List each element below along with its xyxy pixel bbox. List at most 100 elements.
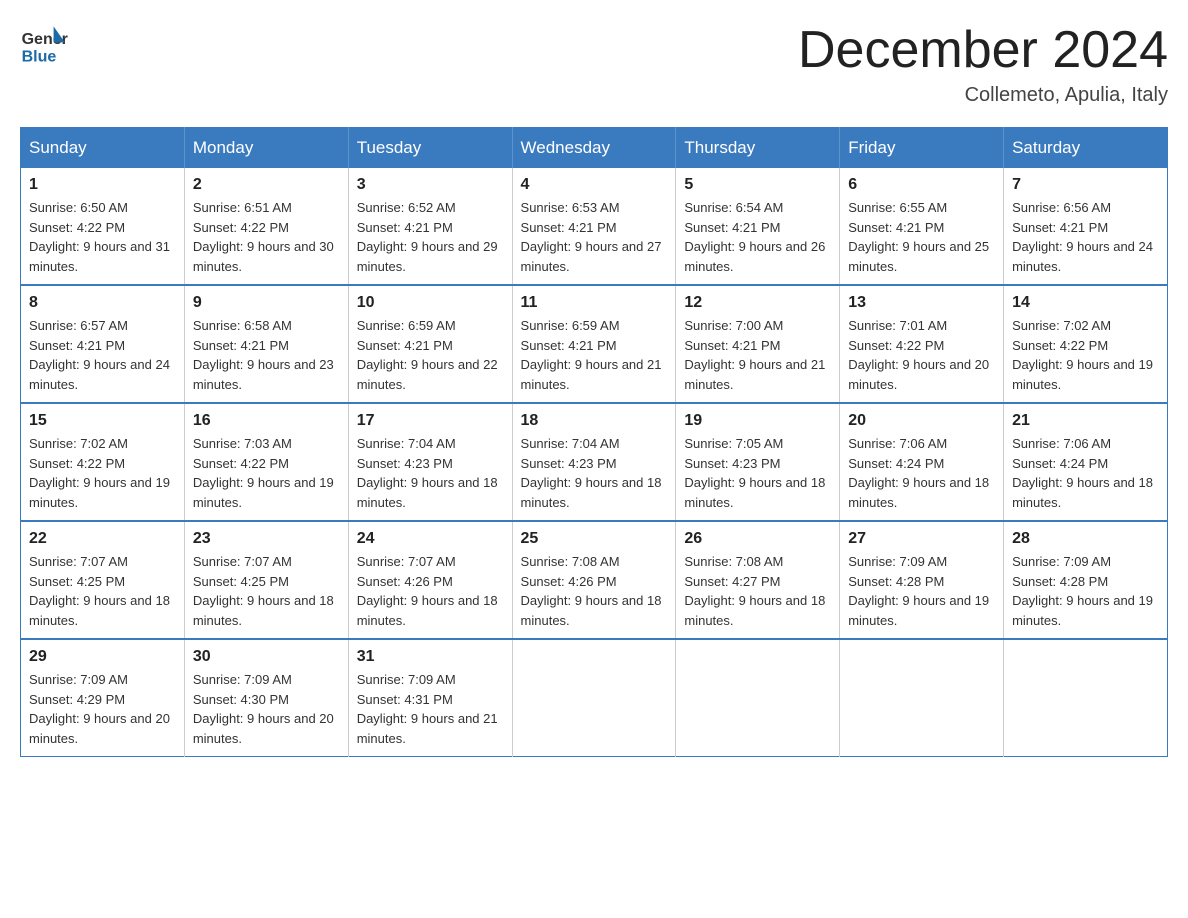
day-info: Sunrise: 6:59 AMSunset: 4:21 PMDaylight:… <box>521 316 668 394</box>
day-info: Sunrise: 7:04 AMSunset: 4:23 PMDaylight:… <box>357 434 504 512</box>
day-number: 12 <box>684 294 831 312</box>
calendar-week-row: 22 Sunrise: 7:07 AMSunset: 4:25 PMDayligh… <box>21 521 1168 639</box>
day-number: 26 <box>684 530 831 548</box>
day-info: Sunrise: 7:09 AMSunset: 4:29 PMDaylight:… <box>29 670 176 748</box>
day-info: Sunrise: 7:09 AMSunset: 4:31 PMDaylight:… <box>357 670 504 748</box>
calendar-cell: 8 Sunrise: 6:57 AMSunset: 4:21 PMDaylight… <box>21 285 185 403</box>
calendar-cell: 4 Sunrise: 6:53 AMSunset: 4:21 PMDaylight… <box>512 168 676 285</box>
day-number: 21 <box>1012 412 1159 430</box>
day-number: 8 <box>29 294 176 312</box>
day-number: 14 <box>1012 294 1159 312</box>
day-info: Sunrise: 6:53 AMSunset: 4:21 PMDaylight:… <box>521 198 668 276</box>
day-of-week-header: Saturday <box>1004 128 1168 169</box>
calendar-cell: 19 Sunrise: 7:05 AMSunset: 4:23 PMDayligh… <box>676 403 840 521</box>
day-number: 30 <box>193 648 340 666</box>
day-number: 22 <box>29 530 176 548</box>
calendar-cell: 24 Sunrise: 7:07 AMSunset: 4:26 PMDayligh… <box>348 521 512 639</box>
calendar-cell: 30Sunrise: 7:09 AMSunset: 4:30 PMDayligh… <box>184 639 348 757</box>
day-info: Sunrise: 7:09 AMSunset: 4:28 PMDaylight:… <box>1012 552 1159 630</box>
day-number: 9 <box>193 294 340 312</box>
day-of-week-header: Friday <box>840 128 1004 169</box>
calendar-cell: 21 Sunrise: 7:06 AMSunset: 4:24 PMDayligh… <box>1004 403 1168 521</box>
day-info: Sunrise: 6:54 AMSunset: 4:21 PMDaylight:… <box>684 198 831 276</box>
day-info: Sunrise: 7:08 AMSunset: 4:27 PMDaylight:… <box>684 552 831 630</box>
day-of-week-header: Thursday <box>676 128 840 169</box>
day-number: 23 <box>193 530 340 548</box>
day-info: Sunrise: 7:09 AMSunset: 4:28 PMDaylight:… <box>848 552 995 630</box>
day-number: 11 <box>521 294 668 312</box>
location: Collemeto, Apulia, Italy <box>798 84 1168 107</box>
day-number: 10 <box>357 294 504 312</box>
calendar-table: SundayMondayTuesdayWednesdayThursdayFrid… <box>20 127 1168 757</box>
day-info: Sunrise: 7:06 AMSunset: 4:24 PMDaylight:… <box>848 434 995 512</box>
logo: General Blue <box>20 20 72 68</box>
page-header: General Blue December 2024 Collemeto, Ap… <box>20 20 1168 107</box>
day-info: Sunrise: 7:08 AMSunset: 4:26 PMDaylight:… <box>521 552 668 630</box>
day-number: 4 <box>521 176 668 194</box>
calendar-cell: 31 Sunrise: 7:09 AMSunset: 4:31 PMDayligh… <box>348 639 512 757</box>
calendar-body: 1Sunrise: 6:50 AMSunset: 4:22 PMDaylight… <box>21 168 1168 757</box>
day-of-week-header: Monday <box>184 128 348 169</box>
month-title: December 2024 <box>798 20 1168 80</box>
calendar-cell: 2 Sunrise: 6:51 AMSunset: 4:22 PMDaylight… <box>184 168 348 285</box>
day-info: Sunrise: 7:05 AMSunset: 4:23 PMDaylight:… <box>684 434 831 512</box>
day-info: Sunrise: 7:07 AMSunset: 4:25 PMDaylight:… <box>29 552 176 630</box>
calendar-cell: 11 Sunrise: 6:59 AMSunset: 4:21 PMDayligh… <box>512 285 676 403</box>
calendar-cell: 6 Sunrise: 6:55 AMSunset: 4:21 PMDaylight… <box>840 168 1004 285</box>
day-number: 16 <box>193 412 340 430</box>
calendar-cell: 22 Sunrise: 7:07 AMSunset: 4:25 PMDayligh… <box>21 521 185 639</box>
day-number: 5 <box>684 176 831 194</box>
day-number: 3 <box>357 176 504 194</box>
calendar-cell: 25 Sunrise: 7:08 AMSunset: 4:26 PMDayligh… <box>512 521 676 639</box>
day-info: Sunrise: 7:07 AMSunset: 4:26 PMDaylight:… <box>357 552 504 630</box>
calendar-cell: 3Sunrise: 6:52 AMSunset: 4:21 PMDaylight… <box>348 168 512 285</box>
day-number: 27 <box>848 530 995 548</box>
calendar-cell <box>676 639 840 757</box>
calendar-cell <box>512 639 676 757</box>
day-number: 24 <box>357 530 504 548</box>
day-number: 2 <box>193 176 340 194</box>
calendar-cell: 17Sunrise: 7:04 AMSunset: 4:23 PMDayligh… <box>348 403 512 521</box>
day-number: 18 <box>521 412 668 430</box>
day-of-week-header: Wednesday <box>512 128 676 169</box>
day-info: Sunrise: 7:00 AMSunset: 4:21 PMDaylight:… <box>684 316 831 394</box>
day-number: 19 <box>684 412 831 430</box>
day-number: 29 <box>29 648 176 666</box>
day-info: Sunrise: 6:51 AMSunset: 4:22 PMDaylight:… <box>193 198 340 276</box>
day-info: Sunrise: 7:02 AMSunset: 4:22 PMDaylight:… <box>29 434 176 512</box>
calendar-cell: 28Sunrise: 7:09 AMSunset: 4:28 PMDayligh… <box>1004 521 1168 639</box>
logo-icon: General Blue <box>20 20 68 68</box>
calendar-cell: 7 Sunrise: 6:56 AMSunset: 4:21 PMDaylight… <box>1004 168 1168 285</box>
day-info: Sunrise: 7:06 AMSunset: 4:24 PMDaylight:… <box>1012 434 1159 512</box>
calendar-cell: 18 Sunrise: 7:04 AMSunset: 4:23 PMDayligh… <box>512 403 676 521</box>
calendar-header-row: SundayMondayTuesdayWednesdayThursdayFrid… <box>21 128 1168 169</box>
day-info: Sunrise: 6:57 AMSunset: 4:21 PMDaylight:… <box>29 316 176 394</box>
day-info: Sunrise: 6:58 AMSunset: 4:21 PMDaylight:… <box>193 316 340 394</box>
calendar-cell: 15 Sunrise: 7:02 AMSunset: 4:22 PMDayligh… <box>21 403 185 521</box>
day-info: Sunrise: 6:56 AMSunset: 4:21 PMDaylight:… <box>1012 198 1159 276</box>
day-info: Sunrise: 7:03 AMSunset: 4:22 PMDaylight:… <box>193 434 340 512</box>
calendar-cell: 27 Sunrise: 7:09 AMSunset: 4:28 PMDayligh… <box>840 521 1004 639</box>
calendar-cell: 16 Sunrise: 7:03 AMSunset: 4:22 PMDayligh… <box>184 403 348 521</box>
calendar-cell: 23Sunrise: 7:07 AMSunset: 4:25 PMDayligh… <box>184 521 348 639</box>
calendar-cell: 13Sunrise: 7:01 AMSunset: 4:22 PMDayligh… <box>840 285 1004 403</box>
calendar-cell: 20Sunrise: 7:06 AMSunset: 4:24 PMDayligh… <box>840 403 1004 521</box>
day-info: Sunrise: 6:59 AMSunset: 4:21 PMDaylight:… <box>357 316 504 394</box>
calendar-cell: 10 Sunrise: 6:59 AMSunset: 4:21 PMDayligh… <box>348 285 512 403</box>
svg-text:Blue: Blue <box>22 49 57 66</box>
day-number: 15 <box>29 412 176 430</box>
day-number: 25 <box>521 530 668 548</box>
calendar-week-row: 29 Sunrise: 7:09 AMSunset: 4:29 PMDayligh… <box>21 639 1168 757</box>
calendar-cell: 26 Sunrise: 7:08 AMSunset: 4:27 PMDayligh… <box>676 521 840 639</box>
day-info: Sunrise: 7:04 AMSunset: 4:23 PMDaylight:… <box>521 434 668 512</box>
day-number: 31 <box>357 648 504 666</box>
title-area: December 2024 Collemeto, Apulia, Italy <box>798 20 1168 107</box>
calendar-cell: 12 Sunrise: 7:00 AMSunset: 4:21 PMDayligh… <box>676 285 840 403</box>
day-info: Sunrise: 6:55 AMSunset: 4:21 PMDaylight:… <box>848 198 995 276</box>
calendar-week-row: 1Sunrise: 6:50 AMSunset: 4:22 PMDaylight… <box>21 168 1168 285</box>
day-number: 6 <box>848 176 995 194</box>
calendar-cell <box>840 639 1004 757</box>
calendar-cell: 14Sunrise: 7:02 AMSunset: 4:22 PMDayligh… <box>1004 285 1168 403</box>
calendar-week-row: 15 Sunrise: 7:02 AMSunset: 4:22 PMDayligh… <box>21 403 1168 521</box>
day-number: 7 <box>1012 176 1159 194</box>
